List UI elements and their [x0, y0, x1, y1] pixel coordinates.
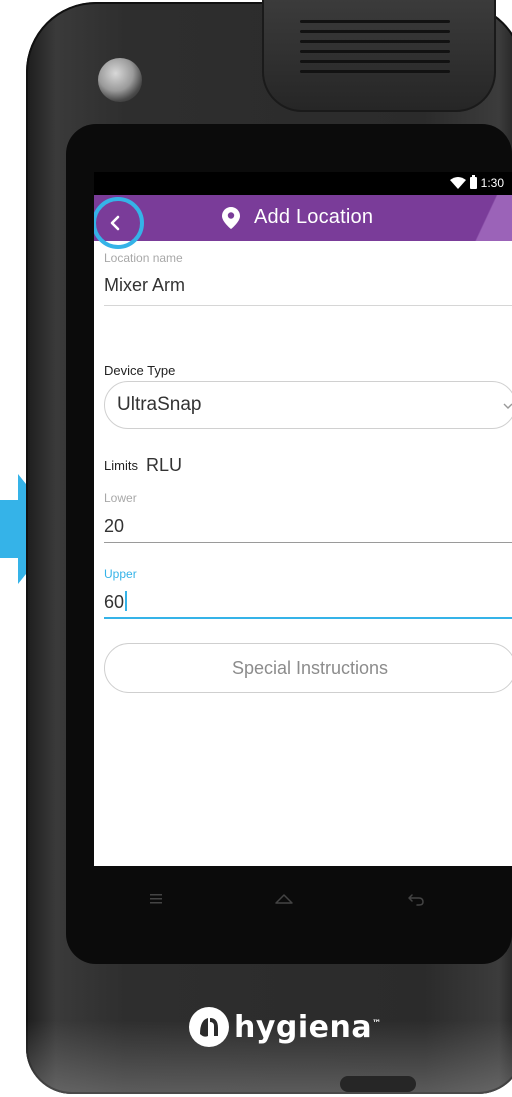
brand-name: hygiena™: [234, 1010, 382, 1045]
status-icons: 1:30: [449, 175, 504, 190]
page-title: Add Location: [254, 206, 374, 228]
speaker-grill: [300, 70, 450, 73]
location-name-input[interactable]: Mixer Arm: [104, 275, 185, 296]
upper-limit-input[interactable]: 60: [104, 591, 128, 613]
bottom-port: [340, 1076, 416, 1092]
brand-name-text: hygiena: [234, 1009, 373, 1045]
lower-limit-label: Lower: [104, 491, 137, 505]
lower-limit-underline: [104, 542, 512, 543]
lower-limit-input[interactable]: 20: [104, 516, 124, 537]
location-name-underline: [104, 305, 512, 306]
chevron-down-icon: [503, 403, 512, 409]
text-cursor: [125, 591, 128, 611]
status-time: 1:30: [480, 176, 504, 190]
upper-limit-underline: [104, 617, 512, 619]
app-bar: Add Location: [94, 195, 512, 249]
status-led: [98, 58, 142, 102]
top-speaker-housing: [262, 0, 496, 112]
screen: 1:30 Add Location Location name Mixer Ar…: [94, 172, 512, 866]
speaker-grill: [300, 40, 450, 43]
back-button[interactable]: [94, 197, 144, 249]
back-icon: [110, 215, 120, 231]
trademark: ™: [372, 1018, 382, 1029]
battery-icon: [469, 175, 477, 189]
upper-limit-value: 60: [104, 592, 125, 612]
speaker-grill: [300, 50, 450, 53]
speaker-grill: [300, 30, 450, 33]
upper-limit-label: Upper: [104, 567, 137, 581]
device-type-value: UltraSnap: [117, 394, 202, 415]
pin-icon: [222, 206, 240, 229]
limits-label: Limits: [104, 458, 138, 473]
device-type-select[interactable]: UltraSnap: [104, 381, 512, 429]
location-name-label: Location name: [104, 251, 183, 265]
device-type-label: Device Type: [104, 363, 176, 378]
home-icon[interactable]: [272, 886, 296, 910]
back-nav-icon[interactable]: [404, 886, 428, 910]
wifi-icon: [449, 177, 466, 189]
title-wrap: Add Location: [222, 206, 373, 229]
speaker-grill: [300, 20, 450, 23]
navigation-bar: [94, 866, 512, 930]
speaker-grill: [300, 60, 450, 63]
limits-unit: RLU: [146, 455, 183, 475]
menu-icon[interactable]: [144, 886, 168, 910]
app-bar-accent: [462, 195, 512, 241]
special-instructions-button[interactable]: Special Instructions: [104, 643, 512, 693]
brand-logo: hygiena™: [188, 1006, 382, 1048]
status-bar: 1:30: [94, 172, 512, 195]
hygiena-logo-icon: [189, 1007, 229, 1047]
